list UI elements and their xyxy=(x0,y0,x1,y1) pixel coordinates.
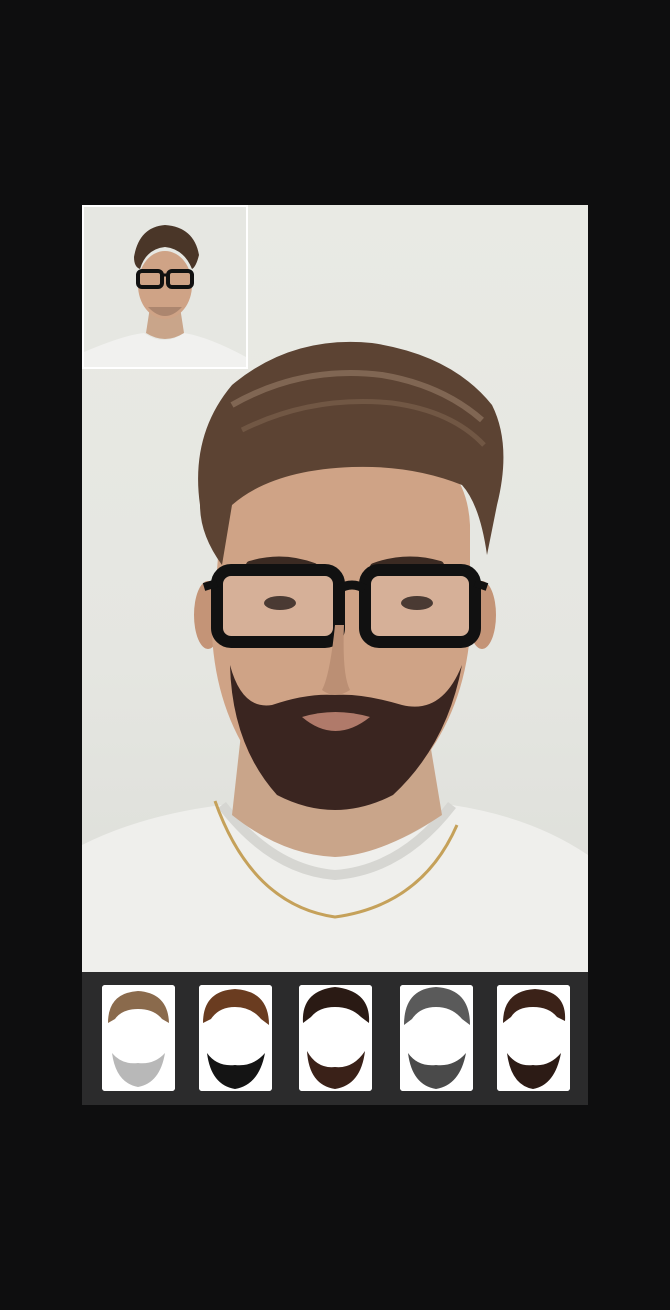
brown-hair-black-beard-icon xyxy=(199,985,272,1091)
style-option-2[interactable] xyxy=(199,985,272,1091)
dark-hair-dark-brown-beard-icon xyxy=(299,985,372,1091)
style-option-3[interactable] xyxy=(299,985,372,1091)
light-brown-hair-light-beard-icon xyxy=(102,985,175,1091)
style-option-5[interactable] xyxy=(497,985,570,1091)
original-face-photo-icon xyxy=(84,207,246,367)
original-photo-thumbnail[interactable] xyxy=(82,205,248,369)
app-screen: { "app": { "screen": "hairstyle-beard-ed… xyxy=(0,0,670,1310)
style-option-1[interactable] xyxy=(102,985,175,1091)
style-tray xyxy=(82,972,588,1105)
gray-hair-gray-beard-icon xyxy=(400,985,473,1091)
style-option-4[interactable] xyxy=(400,985,473,1091)
dark-brown-hair-beard-icon xyxy=(497,985,570,1091)
